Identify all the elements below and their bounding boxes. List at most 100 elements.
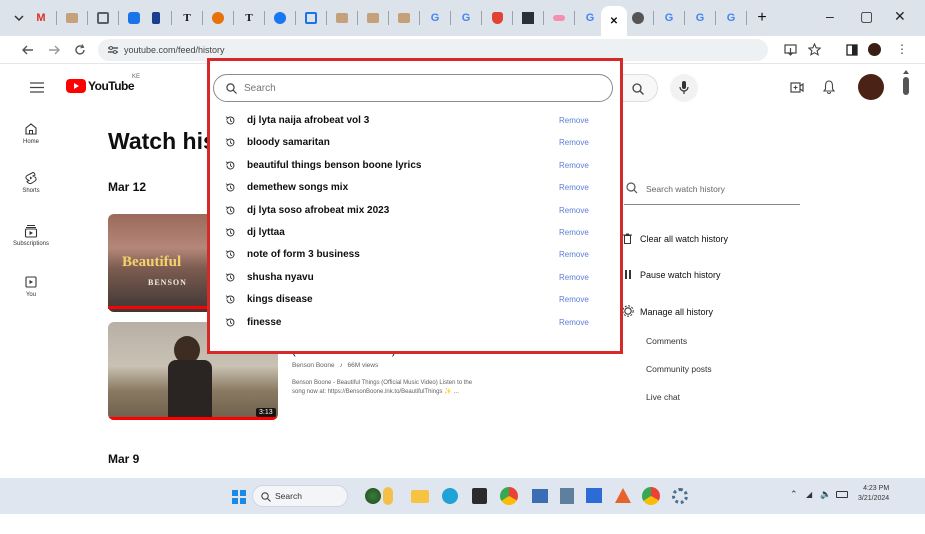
taskbar-search-box[interactable]: Search	[252, 485, 348, 507]
taskbar-app-icon[interactable]	[586, 488, 602, 503]
browser-menu-icon[interactable]: ⋮	[896, 42, 908, 56]
youtube-logo-icon[interactable]	[66, 79, 86, 93]
profile-avatar[interactable]	[868, 43, 881, 56]
close-window-button[interactable]: ✕	[894, 8, 906, 25]
search-suggestion-item[interactable]: beautiful things benson boone lyrics Remo…	[213, 155, 613, 177]
tab-item[interactable]	[300, 7, 322, 29]
clock[interactable]: 4:23 PM 3/21/2024	[858, 484, 889, 504]
file-explorer-icon[interactable]	[411, 490, 429, 503]
taskbar-app-icon[interactable]	[615, 488, 631, 503]
tab-item[interactable]	[486, 7, 508, 29]
clear-history-button[interactable]: Clear all watch history	[640, 234, 728, 244]
tab-item[interactable]: T	[176, 7, 198, 29]
forward-arrow-icon[interactable]	[48, 45, 60, 55]
tab-search-dropdown[interactable]	[8, 7, 30, 29]
menu-hamburger-icon[interactable]	[30, 82, 44, 93]
user-avatar[interactable]	[858, 74, 884, 100]
taskbar-app-icon[interactable]	[365, 488, 381, 504]
tab-gmail[interactable]: M	[30, 7, 52, 29]
remove-suggestion-link[interactable]: Remove	[559, 250, 589, 259]
search-submit-button[interactable]	[622, 74, 658, 102]
pause-history-button[interactable]: Pause watch history	[640, 270, 721, 280]
tab-item[interactable]	[331, 7, 353, 29]
tab-google[interactable]: G	[720, 7, 742, 29]
search-input-container[interactable]	[213, 74, 613, 102]
maximize-button[interactable]: ▢	[860, 8, 873, 25]
tab-item[interactable]	[269, 7, 291, 29]
search-suggestion-item[interactable]: kings disease Remove	[213, 289, 613, 311]
tab-item[interactable]	[145, 7, 167, 29]
tab-item[interactable]	[393, 7, 415, 29]
remove-suggestion-link[interactable]: Remove	[559, 318, 589, 327]
reload-icon[interactable]	[74, 44, 86, 56]
chrome-icon[interactable]	[642, 487, 660, 505]
sidebar-item-shorts[interactable]: Shorts	[0, 171, 62, 194]
bookmark-star-icon[interactable]	[808, 43, 821, 56]
settings-icon[interactable]	[672, 488, 688, 504]
create-video-icon[interactable]	[790, 82, 804, 93]
scroll-up-arrow[interactable]	[903, 70, 909, 74]
search-suggestion-item[interactable]: shusha nyavu Remove	[213, 267, 613, 289]
page-scrollbar[interactable]	[903, 70, 909, 104]
wifi-icon[interactable]: ◢	[806, 490, 812, 499]
tab-active-close[interactable]: ✕	[601, 6, 627, 36]
site-info-icon[interactable]	[108, 46, 118, 54]
tab-google[interactable]: G	[689, 7, 711, 29]
channel-name[interactable]: Benson Boone	[292, 362, 335, 369]
voice-search-button[interactable]	[670, 74, 698, 102]
remove-suggestion-link[interactable]: Remove	[559, 138, 589, 147]
remove-suggestion-link[interactable]: Remove	[559, 228, 589, 237]
tab-google[interactable]: G	[455, 7, 477, 29]
remove-suggestion-link[interactable]: Remove	[559, 295, 589, 304]
manage-history-button[interactable]: Manage all history	[640, 307, 713, 317]
tab-item[interactable]	[517, 7, 539, 29]
windows-start-icon[interactable]	[232, 490, 246, 504]
remove-suggestion-link[interactable]: Remove	[559, 183, 589, 192]
tab-item[interactable]	[61, 7, 83, 29]
notifications-bell-icon[interactable]	[823, 80, 835, 94]
history-type-live-chat[interactable]: Live chat	[646, 392, 680, 402]
search-suggestion-item[interactable]: finesse Remove	[213, 312, 613, 334]
chrome-icon[interactable]	[500, 487, 518, 505]
search-suggestion-item[interactable]: demethew songs mix Remove	[213, 177, 613, 199]
sidebar-item-subscriptions[interactable]: Subscriptions	[0, 224, 62, 247]
close-icon[interactable]: ✕	[610, 16, 618, 27]
search-suggestion-item[interactable]: dj lyttaa Remove	[213, 222, 613, 244]
tab-item[interactable]	[362, 7, 384, 29]
side-panel-icon[interactable]	[846, 44, 858, 56]
speaker-icon[interactable]: 🔈	[820, 489, 831, 500]
search-suggestion-item[interactable]: bloody samaritan Remove	[213, 132, 613, 154]
tab-google[interactable]: G	[579, 7, 601, 29]
history-type-comments[interactable]: Comments	[646, 336, 687, 346]
search-suggestion-item[interactable]: note of form 3 business Remove	[213, 244, 613, 266]
remove-suggestion-link[interactable]: Remove	[559, 161, 589, 170]
tab-item[interactable]	[123, 7, 145, 29]
youtube-logo-text[interactable]: YouTube	[88, 79, 135, 93]
tab-item[interactable]	[627, 7, 649, 29]
tab-google[interactable]: G	[658, 7, 680, 29]
tab-google[interactable]: G	[424, 7, 446, 29]
search-suggestion-item[interactable]: dj lyta naija afrobeat vol 3 Remove	[213, 110, 613, 132]
taskbar-app-icon[interactable]	[532, 489, 548, 503]
edge-browser-icon[interactable]	[442, 488, 458, 504]
tab-item[interactable]	[207, 7, 229, 29]
tab-item[interactable]	[92, 7, 114, 29]
search-suggestion-item[interactable]: dj lyta soso afrobeat mix 2023 Remove	[213, 200, 613, 222]
scrollbar-thumb[interactable]	[903, 77, 909, 95]
remove-suggestion-link[interactable]: Remove	[559, 206, 589, 215]
remove-suggestion-link[interactable]: Remove	[559, 116, 589, 125]
new-tab-button[interactable]: +	[751, 7, 773, 29]
sidebar-item-home[interactable]: Home	[0, 122, 62, 145]
taskbar-app-icon[interactable]	[560, 488, 574, 504]
sidebar-item-you[interactable]: You	[0, 275, 62, 298]
store-icon[interactable]	[472, 488, 487, 504]
history-search-input[interactable]: Search watch history	[646, 184, 725, 194]
install-app-icon[interactable]	[784, 44, 797, 56]
battery-icon[interactable]	[836, 491, 848, 498]
taskbar-app-icon[interactable]	[383, 487, 393, 505]
remove-suggestion-link[interactable]: Remove	[559, 273, 589, 282]
chevron-up-icon[interactable]: ⌃	[790, 489, 798, 500]
search-input[interactable]	[244, 80, 584, 96]
video-thumbnail[interactable]: Beautiful BENSON	[108, 214, 223, 312]
back-arrow-icon[interactable]	[22, 45, 34, 55]
